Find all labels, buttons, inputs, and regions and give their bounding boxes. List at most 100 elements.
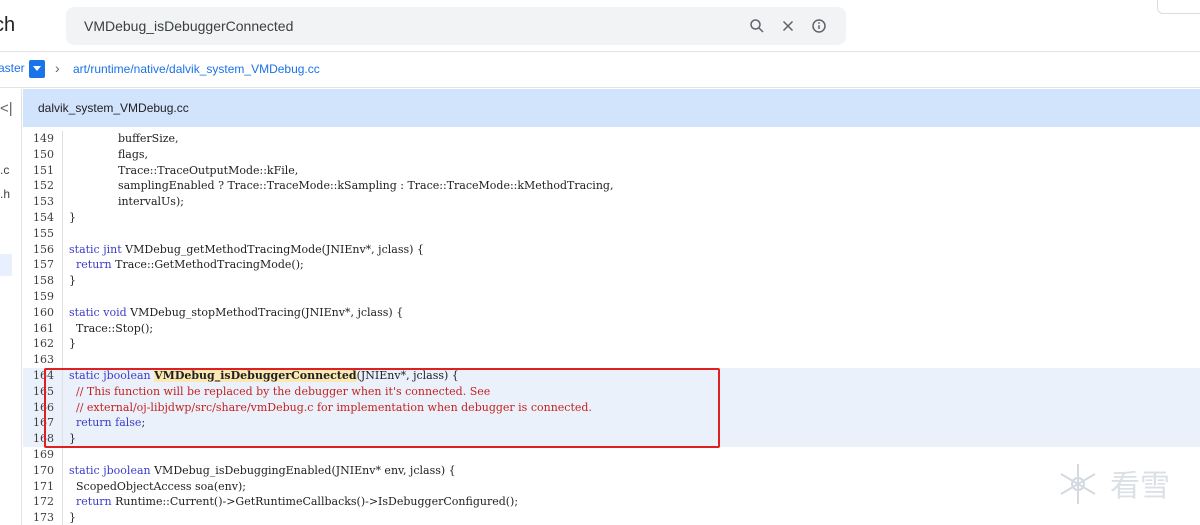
- line-number[interactable]: 172: [23, 494, 63, 511]
- code-line: 152 samplingEnabled ? Trace::TraceMode::…: [23, 178, 1200, 195]
- code-line: 172 return Runtime::Current()->GetRuntim…: [23, 494, 1200, 511]
- code-line: 157 return Trace::GetMethodTracingMode()…: [23, 257, 1200, 274]
- code-text: static jboolean VMDebug_isDebuggingEnabl…: [69, 463, 456, 477]
- code-line: 164 static jboolean VMDebug_isDebuggerCon…: [23, 368, 1200, 384]
- branch-label[interactable]: aster: [0, 61, 25, 75]
- code-view: 149 bufferSize, 150 flags, 151 Trace::Trac…: [23, 127, 1200, 525]
- clear-search-button[interactable]: [778, 16, 798, 36]
- code-line: 155: [23, 225, 1200, 242]
- search-button[interactable]: [747, 16, 767, 36]
- line-number[interactable]: 154: [23, 210, 63, 226]
- highlighted-symbol[interactable]: VMDebug_isDebuggerConnected: [154, 369, 357, 382]
- code-line: 171 ScopedObjectAccess soa(env);: [23, 478, 1200, 495]
- code-text: samplingEnabled ? Trace::TraceMode::kSam…: [69, 179, 614, 193]
- close-icon: [782, 20, 794, 32]
- sidebar-selected-item[interactable]: [0, 254, 12, 276]
- code-text: return Runtime::Current()->GetRuntimeCal…: [76, 495, 519, 509]
- code-line: 149 bufferSize,: [23, 131, 1200, 147]
- code-text: return false;: [76, 416, 146, 430]
- breadcrumb-path-link[interactable]: art/runtime/native/dalvik_system_VMDebug…: [73, 62, 320, 76]
- code-text: flags,: [69, 147, 149, 161]
- line-number[interactable]: 151: [23, 162, 63, 179]
- code-line: 167 return false;: [23, 415, 1200, 432]
- code-text: Trace::Stop();: [69, 321, 154, 335]
- code-text: }: [69, 274, 76, 288]
- line-number[interactable]: 159: [23, 289, 63, 305]
- sidebar-item[interactable]: .h: [0, 187, 10, 201]
- line-number[interactable]: 168: [23, 431, 63, 448]
- code-line: 158}: [23, 273, 1200, 290]
- file-tab-header: dalvik_system_VMDebug.cc: [23, 89, 1200, 127]
- search-input[interactable]: [84, 16, 724, 36]
- line-number[interactable]: 164: [23, 368, 63, 384]
- code-line: 156 static jint VMDebug_getMethodTracingM…: [23, 241, 1200, 258]
- chevron-right-icon: ›: [55, 60, 60, 76]
- line-number[interactable]: 156: [23, 241, 63, 258]
- code-text: }: [69, 511, 76, 525]
- code-line: 173}: [23, 510, 1200, 525]
- code-text: }: [69, 337, 76, 351]
- snowflake-icon: [1060, 464, 1096, 504]
- code-text: }: [69, 211, 76, 224]
- breadcrumb-bar: aster › art/runtime/native/dalvik_system…: [0, 52, 1200, 88]
- code-text: static jboolean VMDebug_isDebuggerConnec…: [69, 369, 459, 382]
- code-line: 166 // external/oj-libjdwp/src/share/vmD…: [23, 399, 1200, 416]
- line-number[interactable]: 153: [23, 194, 63, 211]
- line-number[interactable]: 167: [23, 415, 63, 432]
- watermark-logo: 看雪: [1060, 464, 1170, 504]
- line-number[interactable]: 171: [23, 478, 63, 495]
- top-right-panel: [1157, 0, 1200, 14]
- code-text: ScopedObjectAccess soa(env);: [69, 479, 246, 493]
- code-line: 161 Trace::Stop();: [23, 320, 1200, 337]
- line-number[interactable]: 173: [23, 510, 63, 525]
- code-line: 159: [23, 289, 1200, 305]
- code-line: 160 static void VMDebug_stopMethodTracing…: [23, 304, 1200, 321]
- line-number[interactable]: 161: [23, 320, 63, 337]
- line-number[interactable]: 163: [23, 352, 63, 369]
- line-number[interactable]: 162: [23, 336, 63, 353]
- code-line: 150 flags,: [23, 146, 1200, 163]
- sidebar-item[interactable]: .c: [0, 163, 9, 177]
- code-line: 162}: [23, 336, 1200, 353]
- code-text: // external/oj-libjdwp/src/share/vmDebug…: [69, 400, 592, 414]
- code-text: static void VMDebug_stopMethodTracing(JN…: [69, 305, 404, 319]
- info-icon: [812, 19, 826, 33]
- code-text: static jint VMDebug_getMethodTracingMode…: [69, 242, 424, 256]
- code-line: 154}: [23, 210, 1200, 226]
- line-number[interactable]: 158: [23, 273, 63, 290]
- top-bar: ch: [0, 0, 1200, 52]
- line-number[interactable]: 160: [23, 304, 63, 321]
- search-icon: [750, 19, 764, 33]
- code-line: 165 // This function will be replaced by…: [23, 383, 1200, 400]
- app-title: ch: [0, 14, 16, 36]
- caret-down-icon: [33, 66, 41, 71]
- line-number[interactable]: 170: [23, 462, 63, 479]
- search-box[interactable]: [66, 7, 846, 45]
- code-text: // This function will be replaced by the…: [69, 384, 491, 398]
- file-sidebar: <| .c .h: [0, 89, 22, 525]
- code-line: 169: [23, 447, 1200, 463]
- line-number[interactable]: 169: [23, 447, 63, 463]
- line-number[interactable]: 149: [23, 131, 63, 147]
- code-line: 151 Trace::TraceOutputMode::kFile,: [23, 162, 1200, 179]
- line-number[interactable]: 157: [23, 257, 63, 274]
- code-text: Trace::TraceOutputMode::kFile,: [69, 163, 299, 177]
- line-number[interactable]: 155: [23, 225, 63, 242]
- code-line: 170 static jboolean VMDebug_isDebuggingEn…: [23, 462, 1200, 479]
- code-text: return Trace::GetMethodTracingMode();: [76, 258, 304, 272]
- collapse-sidebar-button[interactable]: <|: [0, 100, 13, 117]
- code-line: 168}: [23, 431, 1200, 448]
- code-line: 163: [23, 352, 1200, 369]
- branch-dropdown-button[interactable]: [29, 60, 45, 78]
- line-number[interactable]: 165: [23, 383, 63, 400]
- line-number[interactable]: 150: [23, 146, 63, 163]
- code-line: 153 intervalUs);: [23, 194, 1200, 211]
- line-number[interactable]: 152: [23, 178, 63, 195]
- info-button[interactable]: [809, 16, 829, 36]
- code-text: intervalUs);: [69, 195, 184, 209]
- line-number[interactable]: 166: [23, 399, 63, 416]
- file-name: dalvik_system_VMDebug.cc: [38, 101, 189, 115]
- code-text: }: [69, 432, 76, 446]
- code-text: bufferSize,: [69, 132, 179, 145]
- watermark-text: 看雪: [1110, 469, 1170, 504]
